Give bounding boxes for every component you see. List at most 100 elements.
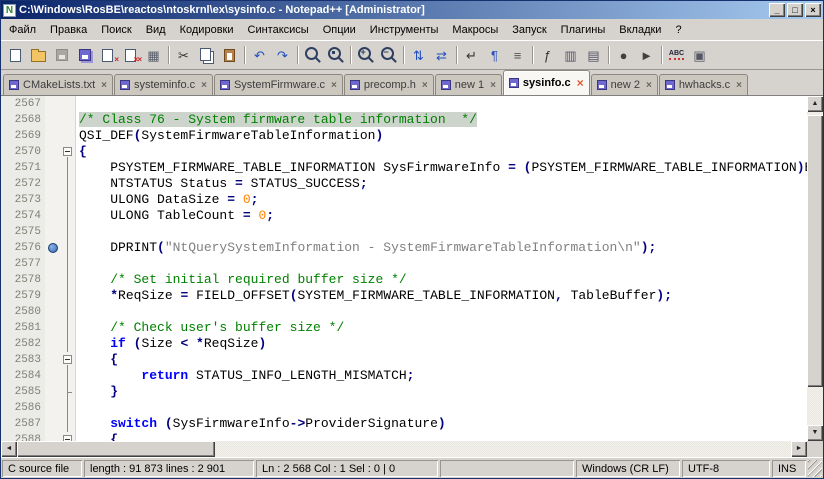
show-all-characters-button[interactable]: ¶ <box>483 44 506 66</box>
tab-new-1[interactable]: new 1 × <box>434 74 502 95</box>
file-saved-icon <box>596 80 607 90</box>
play-macro-button[interactable]: ► <box>635 44 658 66</box>
line-number: 2569 <box>14 130 41 142</box>
vertical-scrollbar[interactable]: ▲ ▼ <box>807 96 823 441</box>
scroll-up-button[interactable]: ▲ <box>807 96 823 112</box>
new-file-icon <box>10 48 21 62</box>
tab-precomp-h[interactable]: precomp.h × <box>343 74 434 95</box>
minimize-button[interactable]: _ <box>769 3 785 17</box>
tab-close-icon[interactable]: × <box>201 80 207 91</box>
bookmark-margin[interactable] <box>45 96 61 441</box>
menu-item-tabs[interactable]: Вкладки <box>612 21 668 39</box>
code-line: { <box>110 432 119 441</box>
file-saved-icon <box>119 80 130 90</box>
menu-item-language[interactable]: Синтаксисы <box>241 21 316 39</box>
horizontal-scroll-thumb[interactable] <box>17 441 215 457</box>
scroll-left-button[interactable]: ◄ <box>1 441 17 457</box>
spell-check-button[interactable]: ABC <box>665 44 688 66</box>
document-map-button[interactable]: ▥ <box>559 44 582 66</box>
horizontal-scroll-track[interactable] <box>17 441 791 457</box>
tab-hwhacks-c[interactable]: hwhacks.c × <box>658 74 749 95</box>
tab-close-icon[interactable]: × <box>646 80 652 91</box>
zoom-out-button[interactable] <box>377 44 400 66</box>
tab-close-icon[interactable]: × <box>736 80 742 91</box>
code-line: ULONG TableCount = 0; <box>79 208 275 223</box>
sync-horizontal-button[interactable]: ⇄ <box>430 44 453 66</box>
record-macro-button[interactable]: ● <box>612 44 635 66</box>
fold-cell <box>61 304 75 320</box>
vertical-scroll-thumb[interactable] <box>807 115 823 387</box>
save-all-button[interactable] <box>73 44 96 66</box>
tab-close-icon[interactable]: × <box>101 80 107 91</box>
indent-guide-button[interactable]: ≡ <box>506 44 529 66</box>
menu-item-edit[interactable]: Правка <box>43 21 94 39</box>
tab-label: hwhacks.c <box>678 79 731 91</box>
vertical-scroll-track[interactable] <box>807 112 823 425</box>
tab-systeminfo-c[interactable]: systeminfo.c × <box>113 74 213 95</box>
maximize-button[interactable]: □ <box>787 3 803 17</box>
function-list-button[interactable]: ƒ <box>536 44 559 66</box>
save-button[interactable] <box>50 44 73 66</box>
find-button[interactable] <box>301 44 324 66</box>
line-number: 2587 <box>14 418 41 430</box>
document-monitor-button[interactable]: ▣ <box>688 44 711 66</box>
menu-item-macro[interactable]: Макросы <box>445 21 505 39</box>
tab-label: sysinfo.c <box>522 77 571 89</box>
paste-button[interactable] <box>218 44 241 66</box>
print-button[interactable]: ▦ <box>142 44 165 66</box>
tab-close-icon[interactable]: × <box>577 76 584 90</box>
menu-item-tools[interactable]: Инструменты <box>363 21 446 39</box>
tab-sysinfo-c[interactable]: sysinfo.c × <box>502 70 590 95</box>
scroll-right-button[interactable]: ► <box>791 441 807 457</box>
menu-item-view[interactable]: Вид <box>139 21 173 39</box>
toolbar-separator <box>532 46 533 64</box>
copy-icon <box>199 47 211 61</box>
fold-cell <box>61 272 75 288</box>
menu-item-encodings[interactable]: Кодировки <box>173 21 241 39</box>
close-all-button[interactable]: ×× <box>119 44 142 66</box>
sync-vertical-button[interactable]: ⇅ <box>407 44 430 66</box>
menu-item-run[interactable]: Запуск <box>505 21 553 39</box>
menu-item-plugins[interactable]: Плагины <box>554 21 613 39</box>
tab-systemfirmware-c[interactable]: SystemFirmware.c × <box>213 74 343 95</box>
scroll-down-button[interactable]: ▼ <box>807 425 823 441</box>
fold-toggle-icon[interactable] <box>61 352 75 368</box>
horizontal-scrollbar[interactable]: ◄ ► <box>1 441 807 457</box>
copy-button[interactable] <box>195 44 218 66</box>
menu-item-file[interactable]: Файл <box>2 21 43 39</box>
menu-item-help[interactable]: ? <box>668 21 688 39</box>
status-doc-type: C source file <box>2 460 82 477</box>
word-wrap-button[interactable]: ↵ <box>460 44 483 66</box>
undo-button[interactable]: ↶ <box>248 44 271 66</box>
menu-item-settings[interactable]: Опции <box>316 21 363 39</box>
fold-toggle-icon[interactable] <box>61 432 75 441</box>
open-file-icon <box>31 49 46 62</box>
new-file-button[interactable] <box>4 44 27 66</box>
tab-close-icon[interactable]: × <box>490 80 496 91</box>
tab-close-icon[interactable]: × <box>331 80 337 91</box>
menu-item-search[interactable]: Поиск <box>94 21 138 39</box>
toolbar: ×××▦✂↶↷⇅⇄↵¶≡ƒ▥▤●►ABC▣ <box>1 40 823 70</box>
zoom-in-button[interactable] <box>354 44 377 66</box>
cut-button[interactable]: ✂ <box>172 44 195 66</box>
fold-toggle-icon[interactable] <box>61 144 75 160</box>
tab-new-2[interactable]: new 2 × <box>590 74 658 95</box>
fold-cell <box>61 112 75 128</box>
tab-cmakelists-txt[interactable]: CMakeLists.txt × <box>3 74 113 95</box>
document-list-button[interactable]: ▤ <box>582 44 605 66</box>
file-saved-icon <box>219 80 230 90</box>
close-button[interactable]: × <box>805 3 821 17</box>
open-file-button[interactable] <box>27 44 50 66</box>
close-file-button[interactable]: × <box>96 44 119 66</box>
code-line: ULONG DataSize = 0; <box>79 192 259 207</box>
resize-grip[interactable] <box>808 460 822 477</box>
redo-button[interactable]: ↷ <box>271 44 294 66</box>
tab-close-icon[interactable]: × <box>422 80 428 91</box>
bookmark-cell <box>45 160 61 176</box>
code-area[interactable]: /* Class 76 - System firmware table info… <box>76 96 807 441</box>
file-saved-icon <box>508 78 519 88</box>
save-icon <box>55 49 68 61</box>
replace-button[interactable] <box>324 44 347 66</box>
